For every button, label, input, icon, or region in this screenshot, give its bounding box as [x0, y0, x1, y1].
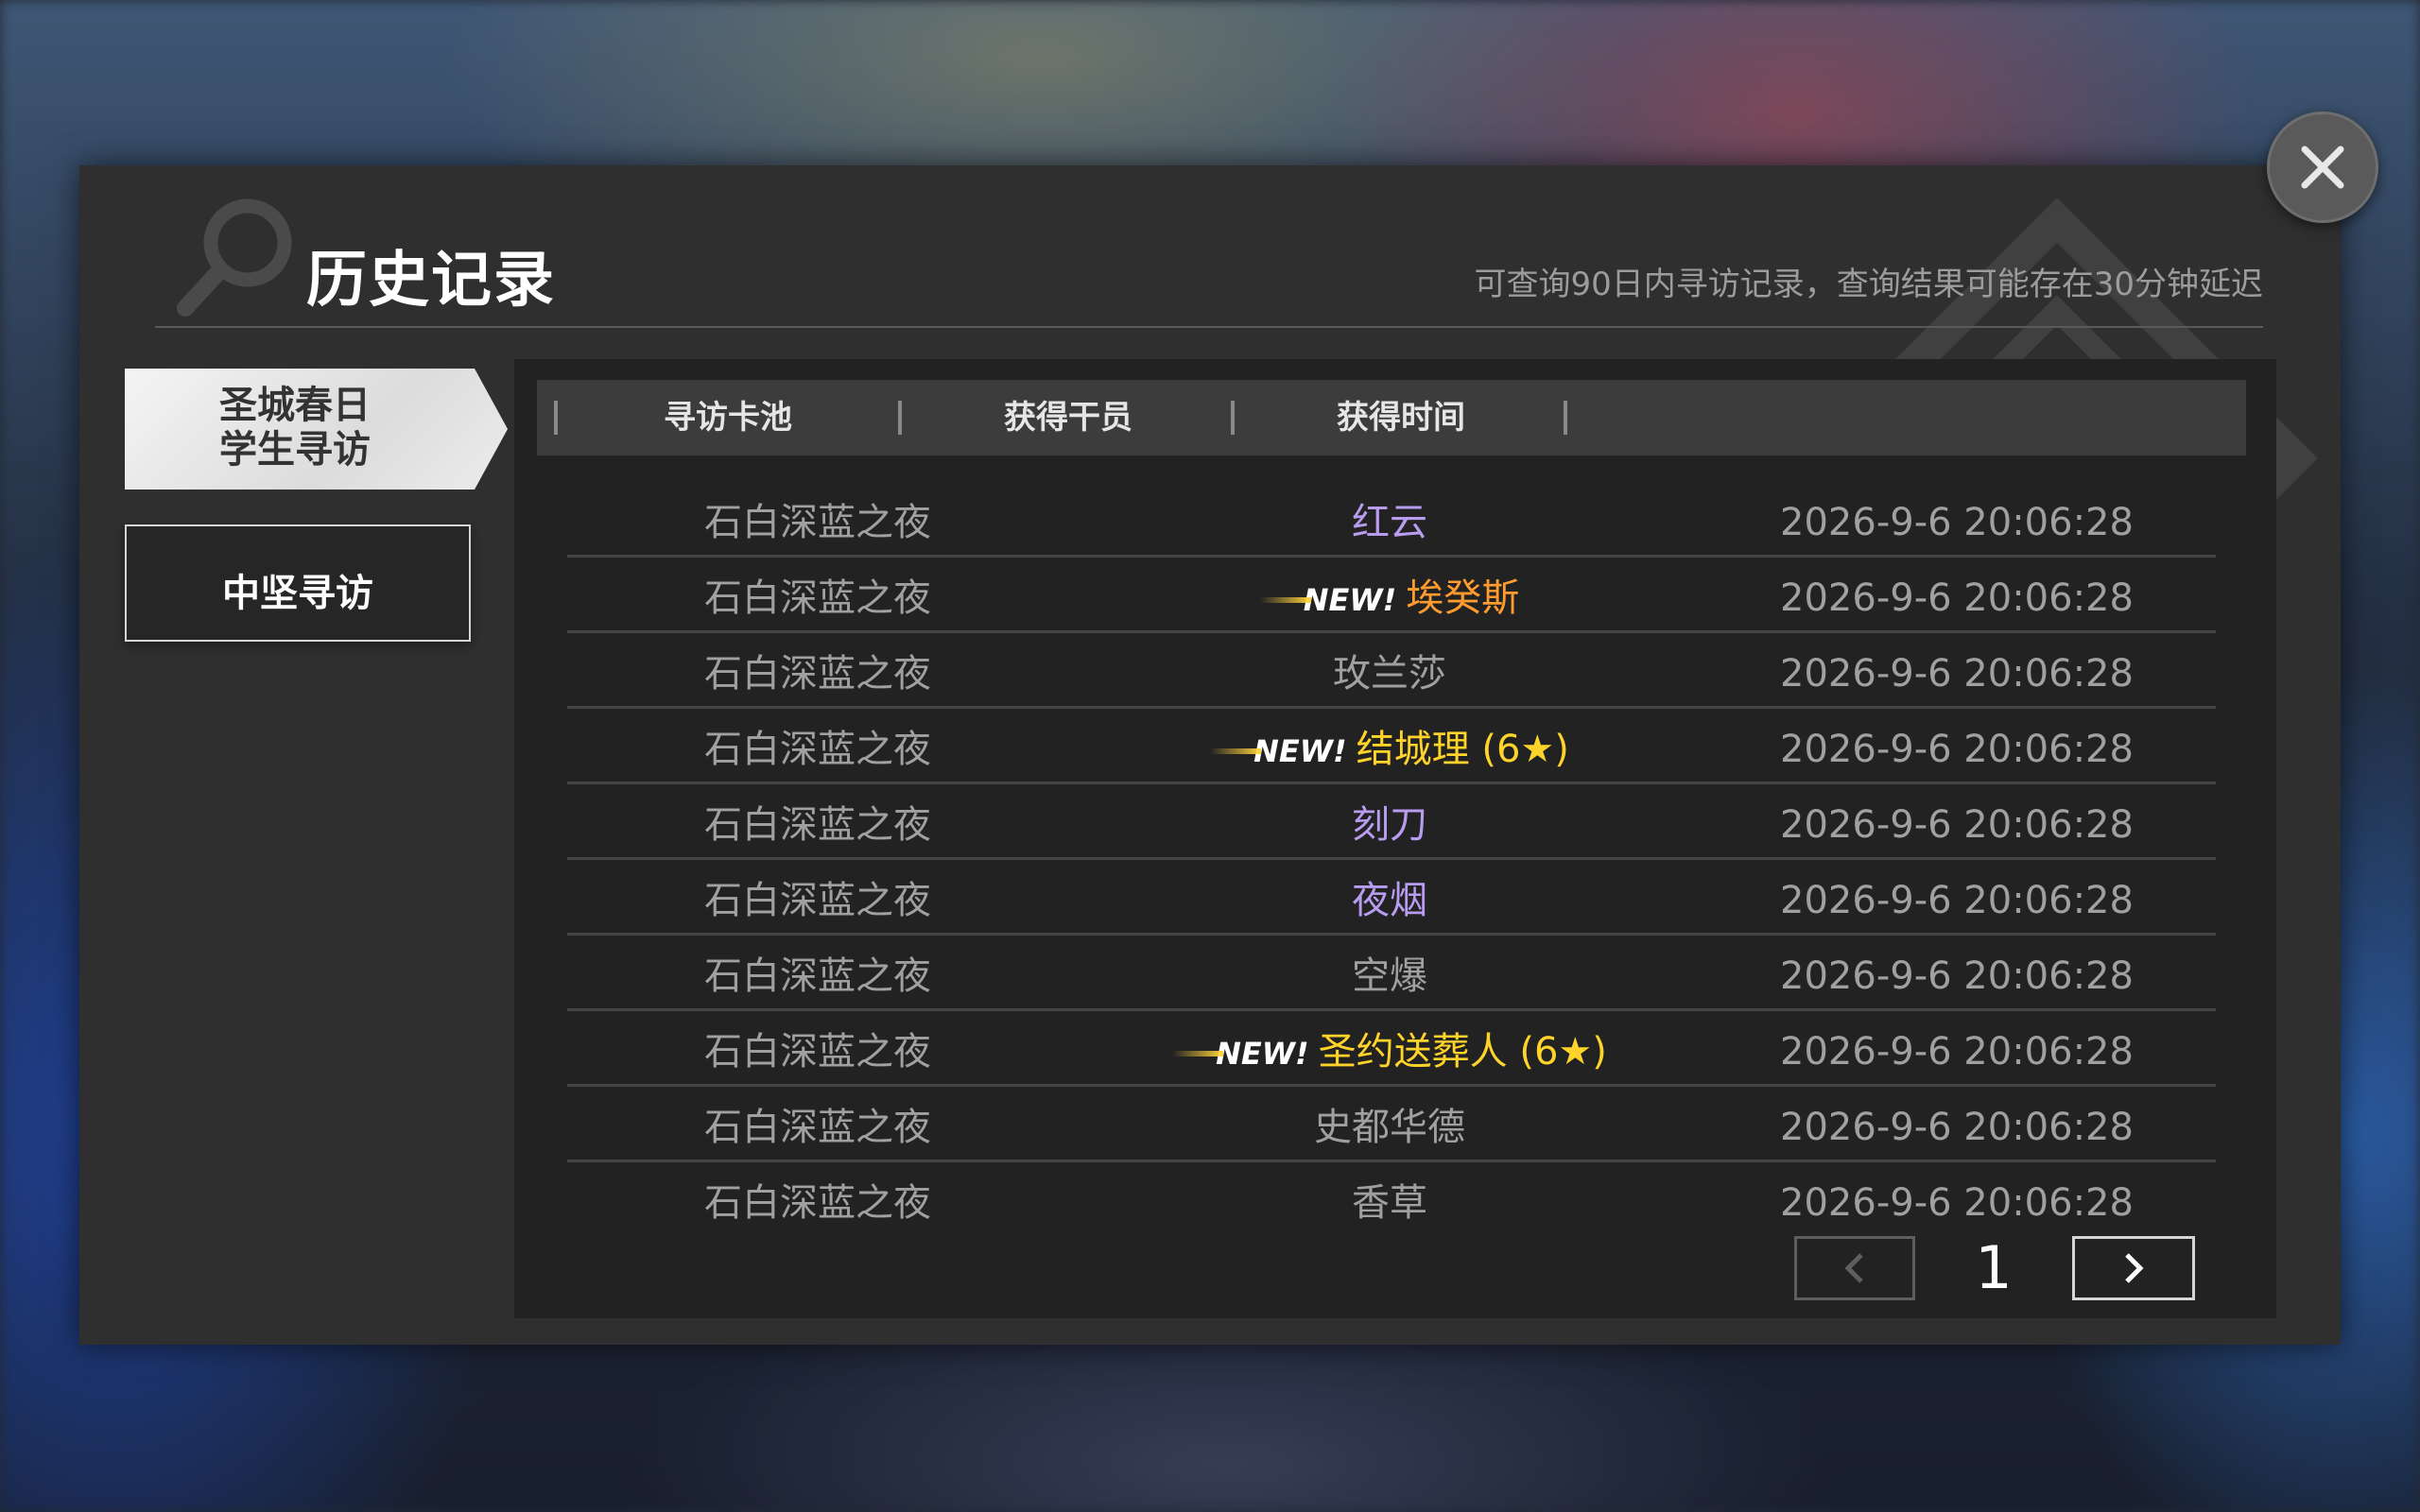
- chevron-right-icon: [2125, 1253, 2144, 1283]
- time-cell: 2026-9-6 20:06:28: [1780, 803, 2134, 847]
- time-cell: 2026-9-6 20:06:28: [1780, 501, 2134, 544]
- operator-name: 红云: [1352, 501, 1427, 544]
- column-header-pool: 寻访卡池: [664, 399, 792, 437]
- chevron-left-icon: [1844, 1253, 1863, 1283]
- time-cell: 2026-9-6 20:06:28: [1780, 1030, 2134, 1074]
- table-row: 石白深蓝之夜 史都华德 2026-9-6 20:06:28: [567, 1087, 2216, 1162]
- prev-page-button[interactable]: [1794, 1236, 1915, 1300]
- column-header-operator: 获得干员: [1004, 399, 1132, 437]
- pool-cell: 石白深蓝之夜: [704, 954, 931, 998]
- pool-cell: 石白深蓝之夜: [704, 803, 931, 847]
- operator-cell: NEW! 圣约送葬人 (6★): [1106, 1011, 1673, 1084]
- close-icon: [2301, 146, 2344, 189]
- time-cell: 2026-9-6 20:06:28: [1780, 728, 2134, 771]
- operator-name: 夜烟: [1352, 879, 1427, 922]
- page-title: 历史记录: [306, 246, 556, 316]
- operator-name: 史都华德: [1314, 1106, 1465, 1149]
- operator-cell: NEW! 结城理 (6★): [1106, 709, 1673, 782]
- pool-cell: 石白深蓝之夜: [704, 879, 931, 922]
- operator-name: 香草: [1352, 1181, 1427, 1225]
- column-separator: [1564, 401, 1567, 435]
- tab-spring-student-pool[interactable]: 圣城春日 学生寻访: [125, 369, 508, 490]
- table-row: 石白深蓝之夜 NEW! 埃癸斯 2026-9-6 20:06:28: [567, 558, 2216, 633]
- operator-cell: 红云: [1106, 482, 1673, 555]
- table-row: 石白深蓝之夜 夜烟 2026-9-6 20:06:28: [567, 860, 2216, 936]
- operator-cell: NEW! 埃癸斯: [1106, 558, 1673, 630]
- pool-cell: 石白深蓝之夜: [704, 1030, 931, 1074]
- modal-header: 历史记录 可查询90日内寻访记录，查询结果可能存在30分钟延迟: [155, 165, 2263, 328]
- operator-cell: 史都华德: [1106, 1087, 1673, 1160]
- history-table: 寻访卡池 获得干员 获得时间 石白深蓝之夜 红云 2026-9-6 20:06:28…: [514, 359, 2276, 1318]
- tab-standard-pool[interactable]: 中坚寻访: [125, 524, 471, 642]
- time-cell: 2026-9-6 20:06:28: [1780, 1106, 2134, 1149]
- tab-label: 圣城春日 学生寻访: [219, 384, 371, 472]
- table-row: 石白深蓝之夜 空爆 2026-9-6 20:06:28: [567, 936, 2216, 1011]
- next-page-button[interactable]: [2072, 1236, 2195, 1300]
- table-row: 石白深蓝之夜 刻刀 2026-9-6 20:06:28: [567, 784, 2216, 860]
- pool-cell: 石白深蓝之夜: [704, 501, 931, 544]
- history-modal: 历史记录 可查询90日内寻访记录，查询结果可能存在30分钟延迟 圣城春日 学生寻…: [79, 165, 2341, 1345]
- time-cell: 2026-9-6 20:06:28: [1780, 576, 2134, 620]
- operator-name: 空爆: [1352, 954, 1427, 998]
- operator-name: 圣约送葬人 (6★): [1318, 1030, 1607, 1074]
- table-row: 石白深蓝之夜 红云 2026-9-6 20:06:28: [567, 482, 2216, 558]
- pool-cell: 石白深蓝之夜: [704, 728, 931, 771]
- operator-name: 埃癸斯: [1406, 576, 1520, 620]
- close-button[interactable]: [2267, 112, 2378, 223]
- time-cell: 2026-9-6 20:06:28: [1780, 652, 2134, 696]
- operator-name: 玫兰莎: [1333, 652, 1446, 696]
- table-header: 寻访卡池 获得干员 获得时间: [537, 380, 2246, 455]
- operator-cell: 夜烟: [1106, 860, 1673, 933]
- table-row: 石白深蓝之夜 NEW! 结城理 (6★) 2026-9-6 20:06:28: [567, 709, 2216, 784]
- operator-cell: 空爆: [1106, 936, 1673, 1008]
- operator-cell: 玫兰莎: [1106, 633, 1673, 706]
- pool-cell: 石白深蓝之夜: [704, 576, 931, 620]
- column-header-time: 获得时间: [1337, 399, 1465, 437]
- query-hint: 可查询90日内寻访记录，查询结果可能存在30分钟延迟: [1474, 266, 2263, 303]
- operator-cell: 刻刀: [1106, 784, 1673, 857]
- table-row: 石白深蓝之夜 NEW! 圣约送葬人 (6★) 2026-9-6 20:06:28: [567, 1011, 2216, 1087]
- new-badge: NEW!: [1172, 1013, 1309, 1094]
- time-cell: 2026-9-6 20:06:28: [1780, 879, 2134, 922]
- pool-cell: 石白深蓝之夜: [704, 1106, 931, 1149]
- table-row: 石白深蓝之夜 玫兰莎 2026-9-6 20:06:28: [567, 633, 2216, 709]
- pool-cell: 石白深蓝之夜: [704, 1181, 931, 1225]
- time-cell: 2026-9-6 20:06:28: [1780, 1181, 2134, 1225]
- pool-cell: 石白深蓝之夜: [704, 652, 931, 696]
- time-cell: 2026-9-6 20:06:28: [1780, 954, 2134, 998]
- operator-name: 结城理 (6★): [1356, 728, 1569, 771]
- tab-label: 中坚寻访: [222, 572, 373, 615]
- new-badge: NEW!: [1210, 711, 1347, 792]
- operator-cell: 香草: [1106, 1162, 1673, 1235]
- new-badge: NEW!: [1259, 559, 1396, 641]
- search-icon: [177, 198, 292, 317]
- operator-name: 刻刀: [1352, 803, 1427, 847]
- current-page-number: 1: [1975, 1233, 2013, 1302]
